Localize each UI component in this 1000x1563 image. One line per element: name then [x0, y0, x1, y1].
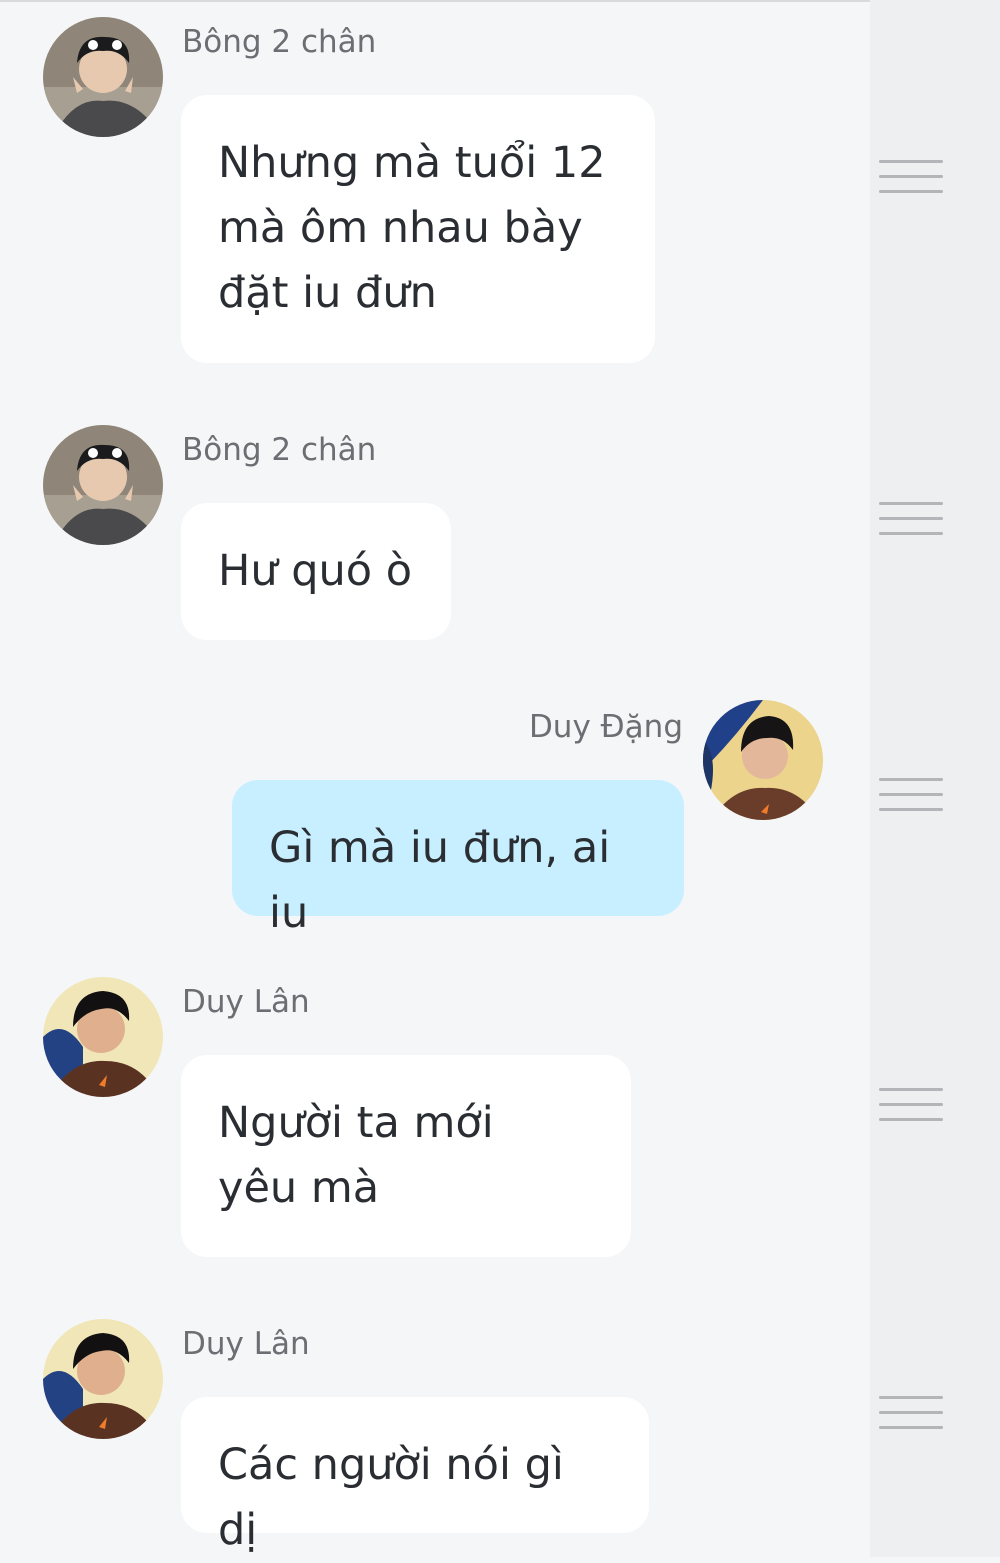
- avatar-photo-icon: [43, 977, 163, 1097]
- drag-handle-icon[interactable]: [879, 1396, 943, 1430]
- avatar-photo-icon: [703, 700, 823, 820]
- avatar[interactable]: [43, 977, 163, 1097]
- drag-handle-icon[interactable]: [879, 778, 943, 812]
- message-item: Duy Đặng Gì mà iu đưn, ai iu: [0, 690, 943, 938]
- sender-name: Bông 2 chân: [182, 24, 377, 60]
- avatar[interactable]: [43, 17, 163, 137]
- message-item: Duy Lân Các người nói gì dị: [0, 1300, 943, 1557]
- sender-name: Duy Lân: [182, 1326, 310, 1362]
- sender-name: Duy Đặng: [528, 709, 683, 745]
- avatar-photo-icon: [43, 1319, 163, 1439]
- drag-handle-icon[interactable]: [879, 1088, 943, 1122]
- avatar[interactable]: [43, 1319, 163, 1439]
- message-bubble[interactable]: Người ta mới yêu mà: [181, 1055, 631, 1257]
- sender-name: Bông 2 chân: [182, 432, 377, 468]
- avatar-photo-icon: [43, 425, 163, 545]
- message-item: Bông 2 chân Nhưng mà tuổi 12 mà ôm nhau …: [0, 0, 943, 390]
- message-bubble[interactable]: Nhưng mà tuổi 12 mà ôm nhau bày đặt iu đ…: [181, 95, 655, 363]
- message-item: Bông 2 chân Hư quó ò: [0, 400, 943, 660]
- avatar-photo-icon: [43, 17, 163, 137]
- message-item: Duy Lân Người ta mới yêu mà: [0, 960, 943, 1280]
- sender-name: Duy Lân: [182, 984, 310, 1020]
- drag-handle-icon[interactable]: [879, 502, 943, 536]
- message-bubble[interactable]: Gì mà iu đưn, ai iu: [232, 780, 684, 938]
- message-bubble[interactable]: Các người nói gì dị: [181, 1397, 649, 1555]
- drag-handle-icon[interactable]: [879, 160, 943, 194]
- message-bubble[interactable]: Hư quó ò: [181, 503, 451, 640]
- avatar[interactable]: [703, 700, 823, 820]
- avatar[interactable]: [43, 425, 163, 545]
